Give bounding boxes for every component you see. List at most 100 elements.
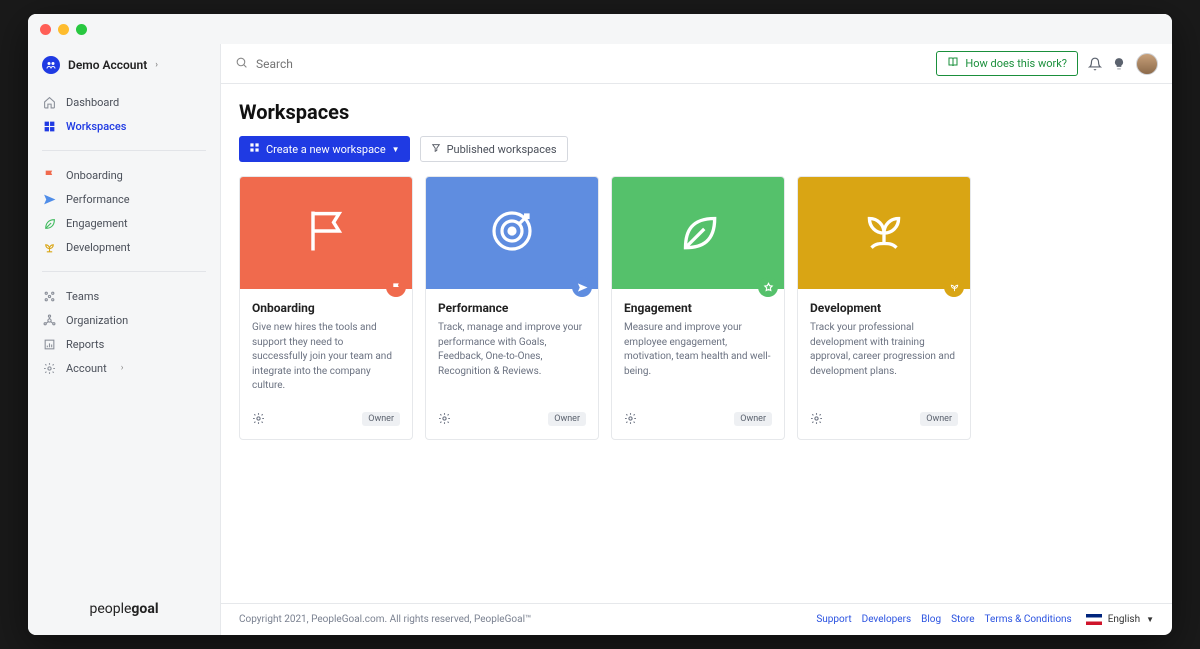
sidebar-item-workspaces[interactable]: Workspaces [28,114,220,138]
role-badge: Owner [734,412,772,426]
sidebar-item-label: Development [66,241,130,254]
filter-icon [431,143,441,156]
hint-icon[interactable] [1112,57,1126,71]
sprout-icon [42,240,56,254]
reports-icon [42,337,56,351]
home-icon [42,95,56,109]
nav-divider [42,150,206,151]
workspace-hero [612,177,784,289]
user-avatar[interactable] [1136,53,1158,75]
search-input[interactable] [256,57,456,71]
footer-link-developers[interactable]: Developers [862,614,912,625]
sidebar-item-dashboard[interactable]: Dashboard [28,90,220,114]
window-titlebar [28,14,1172,44]
workspace-hero [426,177,598,289]
sidebar-item-reports[interactable]: Reports [28,332,220,356]
sidebar-item-label: Teams [66,290,99,303]
sidebar-item-label: Dashboard [66,96,119,109]
window-close-button[interactable] [40,24,51,35]
sidebar-item-label: Account [66,362,107,375]
book-icon [947,56,959,71]
workspace-title: Development [810,301,958,315]
workspace-description: Track, manage and improve your performan… [438,321,586,379]
gear-icon[interactable] [252,410,265,429]
leaf-badge-icon [758,277,778,297]
workspace-title: Onboarding [252,301,400,315]
footer-link-support[interactable]: Support [816,614,851,625]
workspace-title: Performance [438,301,586,315]
caret-down-icon: ▼ [392,145,400,154]
workspace-description: Measure and improve your employee engage… [624,321,772,379]
notifications-icon[interactable] [1088,57,1102,71]
footer-link-store[interactable]: Store [951,614,974,625]
flag-icon [42,168,56,182]
sidebar-item-label: Workspaces [66,120,126,133]
sidebar-item-onboarding[interactable]: Onboarding [28,163,220,187]
workspace-description: Track your professional development with… [810,321,958,379]
account-switcher[interactable]: Demo Account › [28,44,220,84]
sidebar-item-development[interactable]: Development [28,235,220,259]
account-name: Demo Account [68,58,147,72]
grid-plus-icon [249,142,260,156]
search-field[interactable] [235,54,926,73]
sidebar-item-label: Reports [66,338,104,351]
workspace-hero [240,177,412,289]
sidebar-item-label: Engagement [66,217,128,230]
how-does-this-work-button[interactable]: How does this work? [936,51,1078,76]
settings-icon [42,361,56,375]
workspace-card-performance[interactable]: Performance Track, manage and improve you… [425,176,599,440]
sidebar-item-teams[interactable]: Teams [28,284,220,308]
sidebar-item-performance[interactable]: Performance [28,187,220,211]
grid-icon [42,119,56,133]
search-icon [235,54,248,73]
role-badge: Owner [548,412,586,426]
sidebar-item-label: Onboarding [66,169,123,182]
footer: Copyright 2021, PeopleGoal.com. All righ… [221,603,1172,635]
workspace-title: Engagement [624,301,772,315]
target-icon [488,207,536,259]
nav-divider [42,271,206,272]
footer-link-terms-conditions[interactable]: Terms & Conditions [985,614,1072,625]
sprout-icon [859,206,909,260]
workspace-card-onboarding[interactable]: Onboarding Give new hires the tools and s… [239,176,413,440]
topbar: How does this work? [221,44,1172,84]
role-badge: Owner [362,412,400,426]
workspace-card-engagement[interactable]: Engagement Measure and improve your emplo… [611,176,785,440]
flag-icon [300,205,352,261]
brand-logo: peoplegoal [89,601,158,617]
page-title: Workspaces [239,100,1154,124]
create-workspace-button[interactable]: Create a new workspace ▼ [239,136,410,162]
sidebar-item-label: Organization [66,314,128,327]
sidebar-item-account[interactable]: Account › [28,356,220,380]
role-badge: Owner [920,412,958,426]
teams-icon [42,289,56,303]
window-minimize-button[interactable] [58,24,69,35]
send-icon [42,192,56,206]
language-switcher[interactable]: English ▼ [1086,614,1154,625]
caret-down-icon: ▼ [1146,615,1154,624]
workspace-hero [798,177,970,289]
org-icon [42,313,56,327]
gear-icon[interactable] [438,410,451,429]
leaf-icon [42,216,56,230]
footer-link-blog[interactable]: Blog [921,614,941,625]
workspace-card-development[interactable]: Development Track your professional devel… [797,176,971,440]
published-workspaces-button[interactable]: Published workspaces [420,136,568,162]
sidebar-item-label: Performance [66,193,130,206]
sprout-badge-icon [944,277,964,297]
sidebar-item-engagement[interactable]: Engagement [28,211,220,235]
sidebar-item-organization[interactable]: Organization [28,308,220,332]
gear-icon[interactable] [810,410,823,429]
leaf-icon [673,206,723,260]
sidebar: Demo Account › Dashboard Workspaces Onboa… [28,44,221,635]
chevron-right-icon: › [121,363,124,373]
gear-icon[interactable] [624,410,637,429]
target-badge-icon [572,277,592,297]
flag-badge-icon [386,277,406,297]
chevron-right-icon: › [155,60,158,70]
copyright-text: Copyright 2021, PeopleGoal.com. All righ… [239,614,531,625]
window-maximize-button[interactable] [76,24,87,35]
flag-uk-icon [1086,614,1102,625]
workspace-description: Give new hires the tools and support the… [252,321,400,394]
account-logo-icon [42,56,60,74]
